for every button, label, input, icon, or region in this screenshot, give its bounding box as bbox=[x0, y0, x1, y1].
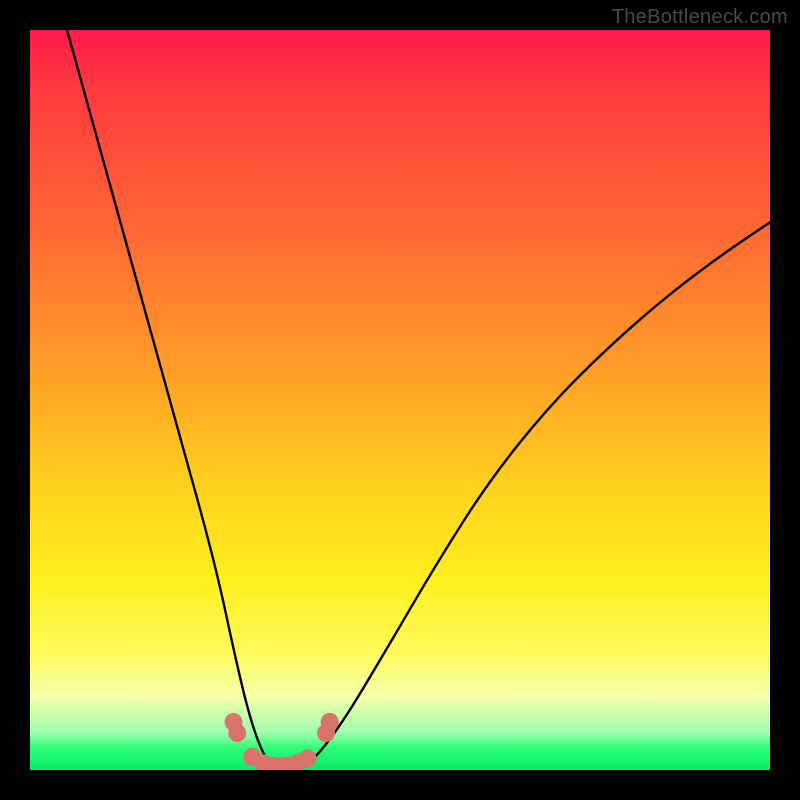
heat-gradient-background bbox=[30, 30, 770, 770]
watermark-label: TheBottleneck.com bbox=[612, 6, 788, 29]
plot-area bbox=[30, 30, 770, 770]
chart-frame: TheBottleneck.com bbox=[0, 0, 800, 800]
